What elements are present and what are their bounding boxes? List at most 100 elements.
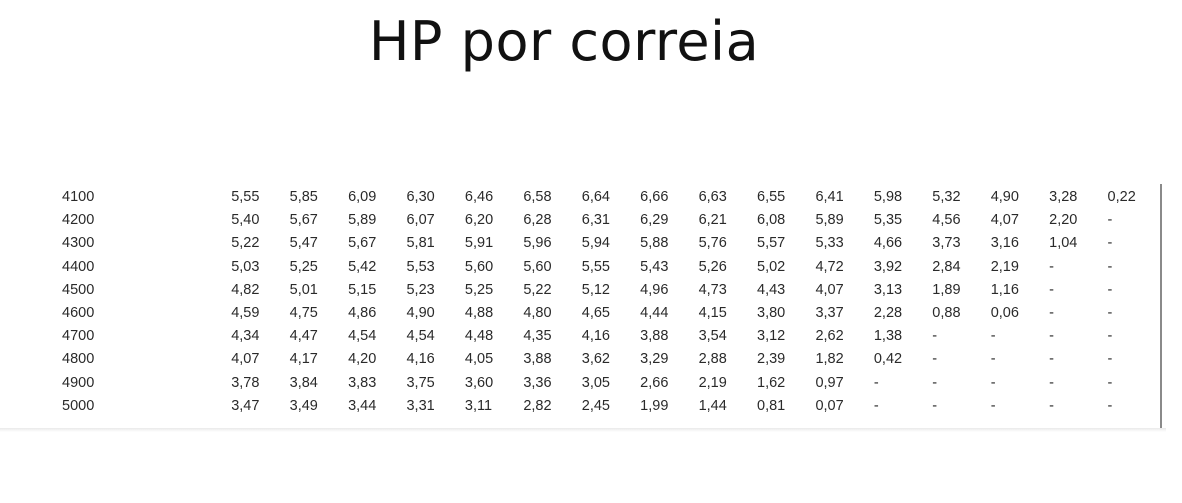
hp-value-cell: - xyxy=(990,351,996,368)
hp-value-cell: - xyxy=(1049,351,1054,368)
hp-value-cell: 5,25 xyxy=(289,258,318,275)
hp-value-cell: 5,26 xyxy=(698,258,727,275)
hp-value-cell: 5,53 xyxy=(406,258,435,275)
hp-value-cell: 4,16 xyxy=(406,351,435,368)
rpm-cell: 4900 xyxy=(62,374,95,391)
table-row: 4800 4,07 4,17 4,20 4,16 4,05 3,88 3,62 3,29 2,88… xyxy=(58,348,1166,371)
hp-value-cell: - xyxy=(1049,374,1054,391)
hp-value-cell: 2,62 xyxy=(815,328,844,345)
hp-value-cell: 3,60 xyxy=(464,374,494,391)
hp-value-cell: - xyxy=(1049,281,1054,298)
hp-value-cell: 5,94 xyxy=(581,235,610,252)
hp-value-cell: 3,47 xyxy=(231,397,260,414)
hp-value-cell: 3,28 xyxy=(1049,189,1078,205)
hp-value-cell: 3,83 xyxy=(348,374,377,391)
hp-value-cell: - xyxy=(1049,328,1054,345)
hp-value-cell: 5,35 xyxy=(873,212,903,229)
hp-value-cell: 4,07 xyxy=(990,212,1019,229)
hp-value-cell: 6,63 xyxy=(698,189,727,205)
hp-value-cell: - xyxy=(1049,397,1054,414)
hp-value-cell: 2,20 xyxy=(1049,212,1078,229)
rpm-cell: 4500 xyxy=(62,281,95,298)
hp-value-cell: 6,64 xyxy=(581,189,610,205)
hp-value-cell: 1,44 xyxy=(698,397,727,414)
hp-value-cell: 5,89 xyxy=(815,212,844,229)
hp-value-cell: - xyxy=(932,374,938,391)
rpm-cell: 4100 xyxy=(62,189,95,205)
hp-value-cell: - xyxy=(990,328,996,345)
hp-value-cell: 5,01 xyxy=(289,281,318,298)
table-row: 4300 5,22 5,47 5,67 5,81 5,91 5,96 5,94 5,88 5,76… xyxy=(58,232,1166,255)
hp-value-cell: 1,04 xyxy=(1049,235,1078,252)
hp-value-cell: 5,47 xyxy=(289,235,318,252)
hp-table-body: 4100 5,55 5,85 6,09 6,30 6,46 6,58 6,64 6,66 6,63… xyxy=(58,186,1166,418)
hp-value-cell: 5,23 xyxy=(406,281,435,298)
rpm-cell: 4200 xyxy=(62,212,95,229)
table-row: 4900 3,78 3,84 3,83 3,75 3,60 3,36 3,05 2,66 2,19… xyxy=(58,372,1166,395)
hp-value-cell: 5,57 xyxy=(757,235,786,252)
rpm-cell: 4400 xyxy=(62,258,95,275)
hp-value-cell: 2,84 xyxy=(932,258,961,275)
table-row: 5000 3,47 3,49 3,44 3,31 3,11 2,82 2,45 1,99 1,44… xyxy=(58,395,1166,418)
hp-value-cell: - xyxy=(873,397,879,414)
hp-value-cell: 3,13 xyxy=(873,281,903,298)
hp-value-cell: 5,55 xyxy=(231,189,260,205)
hp-value-cell: 5,22 xyxy=(231,235,260,252)
hp-value-cell: 6,28 xyxy=(523,212,552,229)
hp-value-cell: 3,54 xyxy=(698,328,727,345)
hp-value-cell: - xyxy=(1107,258,1113,275)
hp-value-cell: 5,85 xyxy=(289,189,318,205)
hp-value-cell: 0,42 xyxy=(873,351,903,368)
hp-table: 4100 5,55 5,85 6,09 6,30 6,46 6,58 6,64 6,66 6,63… xyxy=(58,186,1166,418)
rpm-cell: 4800 xyxy=(62,351,95,368)
hp-value-cell: - xyxy=(1107,305,1113,322)
hp-value-cell: 1,38 xyxy=(873,328,903,345)
hp-value-cell: 6,31 xyxy=(581,212,610,229)
hp-value-cell: 0,07 xyxy=(815,397,844,414)
hp-value-cell: 4,96 xyxy=(640,281,669,298)
hp-value-cell: - xyxy=(1107,281,1113,298)
hp-value-cell: 2,39 xyxy=(757,351,786,368)
hp-value-cell: 0,81 xyxy=(757,397,786,414)
hp-value-cell: 5,03 xyxy=(231,258,260,275)
hp-value-cell: - xyxy=(932,328,938,345)
hp-value-cell: 6,55 xyxy=(757,189,786,205)
hp-value-cell: 4,15 xyxy=(698,305,727,322)
hp-value-cell: 4,86 xyxy=(348,305,377,322)
hp-value-cell: 5,02 xyxy=(757,258,786,275)
hp-value-cell: 5,81 xyxy=(406,235,435,252)
hp-value-cell: 4,54 xyxy=(348,328,377,345)
hp-value-cell: 3,05 xyxy=(581,374,610,391)
hp-value-cell: 6,08 xyxy=(757,212,786,229)
hp-value-cell: 5,33 xyxy=(815,235,844,252)
hp-value-cell: 4,16 xyxy=(581,328,610,345)
hp-value-cell: 1,16 xyxy=(990,281,1019,298)
hp-value-cell: 4,47 xyxy=(289,328,318,345)
hp-value-cell: 5,25 xyxy=(464,281,494,298)
hp-value-cell: 6,46 xyxy=(464,189,494,205)
hp-value-cell: 2,19 xyxy=(698,374,727,391)
hp-value-cell: 5,15 xyxy=(348,281,377,298)
hp-value-cell: 6,29 xyxy=(640,212,669,229)
table-row: 4200 5,40 5,67 5,89 6,07 6,20 6,28 6,31 6,29 6,21… xyxy=(58,209,1166,232)
hp-value-cell: 0,22 xyxy=(1107,189,1136,205)
hp-value-cell: - xyxy=(1107,328,1113,345)
hp-value-cell: 5,43 xyxy=(640,258,669,275)
hp-value-cell: - xyxy=(1107,397,1113,414)
hp-value-cell: - xyxy=(1107,235,1113,252)
hp-value-cell: - xyxy=(1107,212,1113,229)
table-row: 4500 4,82 5,01 5,15 5,23 5,25 5,22 5,12 4,96 4,73… xyxy=(58,279,1166,302)
page-title: HP por correia xyxy=(368,10,760,73)
hp-value-cell: 2,19 xyxy=(990,258,1019,275)
hp-value-cell: 5,96 xyxy=(523,235,552,252)
hp-value-cell: 3,73 xyxy=(932,235,961,252)
table-row: 4100 5,55 5,85 6,09 6,30 6,46 6,58 6,64 6,66 6,63… xyxy=(58,186,1166,209)
hp-value-cell: 3,37 xyxy=(815,305,844,322)
hp-value-cell: 6,20 xyxy=(464,212,494,229)
hp-value-cell: 6,21 xyxy=(698,212,727,229)
hp-value-cell: 4,44 xyxy=(640,305,669,322)
rpm-cell: 4300 xyxy=(62,235,95,252)
hp-value-cell: 5,76 xyxy=(698,235,727,252)
hp-value-cell: 3,16 xyxy=(990,235,1019,252)
hp-value-cell: 4,07 xyxy=(815,281,844,298)
